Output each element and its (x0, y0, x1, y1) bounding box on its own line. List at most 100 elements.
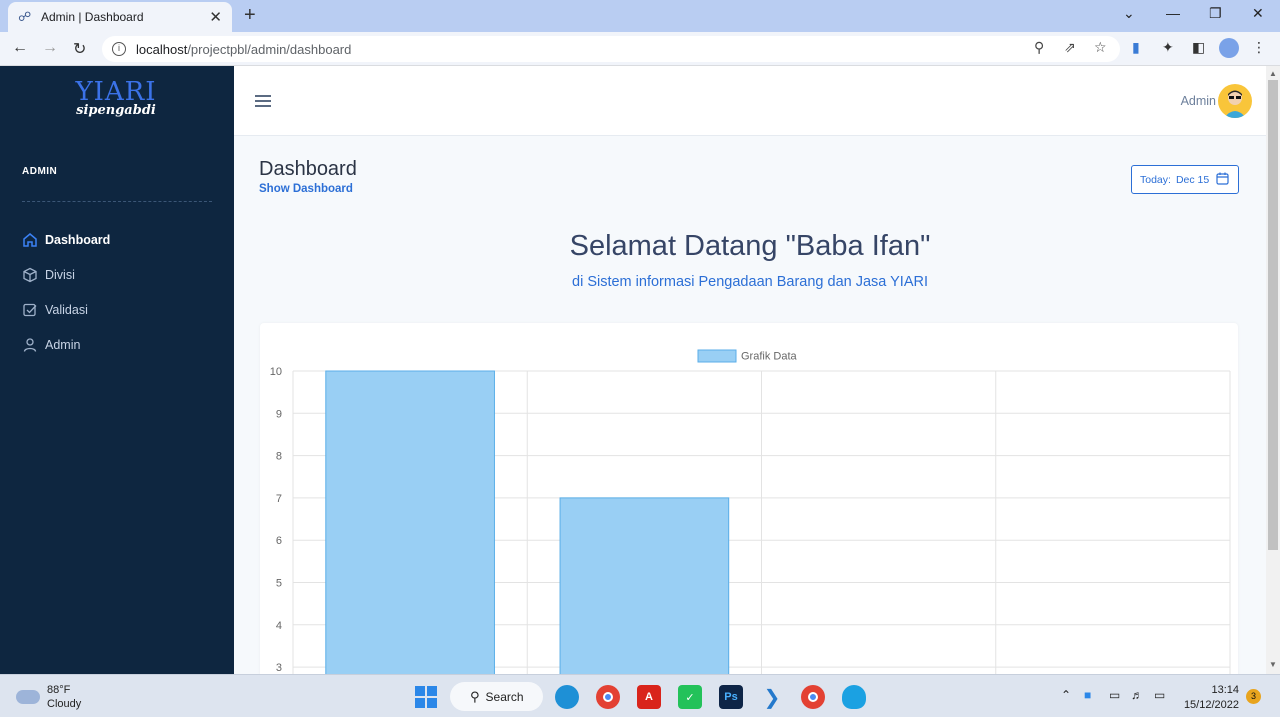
y-tick-label: 8 (276, 451, 282, 463)
tray-chevron-icon[interactable]: ⌃ (1061, 688, 1071, 702)
chart-card: Grafik Data 10 9 8 7 6 5 4 3 (260, 323, 1238, 674)
new-tab-icon[interactable]: + (244, 4, 256, 27)
address-bar[interactable]: i localhost/projectpbl/admin/dashboard (102, 36, 1120, 62)
scroll-down-icon[interactable]: ▼ (1269, 660, 1277, 669)
search-icon: ⚲ (470, 688, 480, 704)
sidebar-heading: ADMIN (22, 166, 58, 177)
close-tab-icon[interactable]: ✕ (209, 8, 222, 26)
back-icon[interactable]: ← (12, 39, 28, 57)
minimize-icon[interactable]: — (1166, 5, 1180, 21)
system-clock[interactable]: 13:14 15/12/2022 (1183, 683, 1239, 713)
page-title: Dashboard (259, 158, 357, 180)
url-path: /projectpbl/admin/dashboard (187, 41, 352, 57)
scroll-thumb[interactable] (1268, 80, 1278, 550)
sidebar-item-dashboard[interactable]: Dashboard (22, 222, 222, 257)
box-icon (22, 267, 38, 283)
y-tick-label: 10 (270, 366, 282, 378)
legend-swatch (697, 349, 737, 363)
reload-icon[interactable]: ↻ (73, 39, 86, 59)
notepad-icon[interactable]: ✓ (678, 685, 702, 709)
bookmark-star-icon[interactable]: ☆ (1094, 39, 1107, 56)
y-tick-label: 6 (276, 535, 282, 547)
logo-main: YIARI (75, 77, 157, 107)
taskbar-search[interactable]: ⚲ Search (450, 682, 543, 711)
app-icon[interactable] (842, 685, 866, 709)
notification-badge[interactable]: 3 (1246, 689, 1261, 704)
url-host: localhost (136, 41, 188, 57)
tab-title: Admin | Dashboard (41, 10, 144, 24)
logo-sub: sipengabdi (76, 103, 156, 118)
battery-icon[interactable]: ▭ (1154, 688, 1165, 702)
sidebar-item-admin[interactable]: Admin (22, 327, 222, 362)
bar (325, 370, 495, 674)
top-header: Admin (234, 66, 1266, 136)
site-info-icon[interactable]: i (112, 42, 126, 56)
share-icon[interactable]: ⇗ (1064, 39, 1076, 56)
scroll-up-icon[interactable]: ▲ (1269, 69, 1277, 78)
clock-date: 15/12/2022 (1183, 699, 1239, 711)
sidebar: YIARI sipengabdi ADMIN Dashboard Divisi … (0, 66, 234, 674)
legend-label: Grafik Data (741, 351, 798, 363)
sidebar-divider (22, 201, 212, 202)
logo[interactable]: YIARI sipengabdi (74, 77, 158, 118)
taskbar-search-label: Search (485, 689, 524, 704)
hamburger-menu-icon[interactable] (255, 95, 271, 110)
home-icon (22, 232, 38, 248)
main-content: Admin Dashboard Show Dashboard Today: De… (234, 66, 1266, 674)
edge-icon[interactable] (555, 685, 579, 709)
welcome-subheading: di Sistem informasi Pengadaan Barang dan… (572, 274, 928, 290)
weather-widget[interactable]: 88°F Cloudy (16, 683, 81, 711)
sidebar-item-label: Validasi (45, 302, 88, 317)
header-user-name[interactable]: Admin (1181, 94, 1216, 108)
acrobat-icon[interactable]: A (637, 685, 661, 709)
puzzle-icon[interactable]: ✦ (1162, 39, 1174, 56)
volume-icon[interactable]: ♬ (1131, 688, 1143, 702)
display-icon[interactable]: ▭ (1109, 688, 1120, 702)
tab-search-icon[interactable]: ⌄ (1123, 5, 1135, 22)
windows-start-icon[interactable] (414, 685, 438, 709)
tray-app-icon[interactable]: ■ (1084, 688, 1091, 702)
y-tick-label: 5 (276, 578, 282, 590)
y-tick-label: 7 (276, 493, 282, 505)
today-label: Today: (1140, 173, 1171, 186)
y-tick-label: 3 (276, 662, 282, 674)
page-subtitle[interactable]: Show Dashboard (259, 183, 353, 195)
restore-icon[interactable]: ❐ (1209, 5, 1222, 22)
weather-temperature: 88°F (47, 684, 71, 696)
profile-avatar[interactable] (1219, 38, 1239, 58)
vscode-icon[interactable]: ❯ (760, 685, 784, 709)
forward-icon[interactable]: → (42, 39, 58, 57)
chrome-profile-icon[interactable] (801, 685, 825, 709)
avatar[interactable] (1218, 84, 1252, 118)
today-date-button[interactable]: Today: Dec 15 (1131, 165, 1239, 194)
sidebar-item-validasi[interactable]: Validasi (22, 292, 222, 327)
clock-time: 13:14 (1211, 684, 1239, 696)
cloud-icon (16, 690, 40, 704)
globe-icon: ☍ (18, 9, 32, 24)
user-icon (22, 337, 38, 353)
browser-tab-bar: ☍ Admin | Dashboard ✕ + ⌄ — ❐ ✕ (0, 0, 1280, 32)
welcome-heading: Selamat Datang "Baba Ifan" (569, 230, 931, 262)
extension-icon[interactable]: ▮ (1132, 39, 1140, 56)
photoshop-icon[interactable]: Ps (719, 685, 743, 709)
sidebar-item-divisi[interactable]: Divisi (22, 257, 222, 292)
browser-tab[interactable]: ☍ Admin | Dashboard ✕ (8, 2, 232, 32)
windows-taskbar: 88°F Cloudy ⚲ Search A ✓ Ps ❯ ⌃ ■ ▭ ♬ ▭ … (0, 674, 1280, 717)
close-window-icon[interactable]: ✕ (1252, 5, 1264, 22)
key-icon[interactable]: ⚲ (1034, 39, 1044, 56)
calendar-icon (1216, 172, 1229, 188)
sidebar-item-label: Admin (45, 337, 81, 352)
sidebar-item-label: Dashboard (45, 232, 111, 247)
side-panel-icon[interactable]: ◧ (1192, 39, 1205, 56)
y-tick-label: 9 (276, 408, 282, 420)
today-value: Dec 15 (1175, 173, 1210, 186)
bar-chart: Grafik Data 10 9 8 7 6 5 4 3 (270, 349, 1231, 674)
bar (559, 497, 730, 674)
page-scrollbar[interactable]: ▲ ▼ (1266, 66, 1280, 674)
y-tick-label: 4 (276, 620, 282, 632)
sidebar-menu: Dashboard Divisi Validasi Admin (22, 222, 222, 362)
chrome-icon[interactable] (596, 685, 620, 709)
menu-dots-icon[interactable]: ⋮ (1252, 39, 1266, 56)
weather-condition: Cloudy (47, 698, 82, 710)
browser-toolbar: ← → ↻ i localhost/projectpbl/admin/dashb… (0, 32, 1280, 66)
